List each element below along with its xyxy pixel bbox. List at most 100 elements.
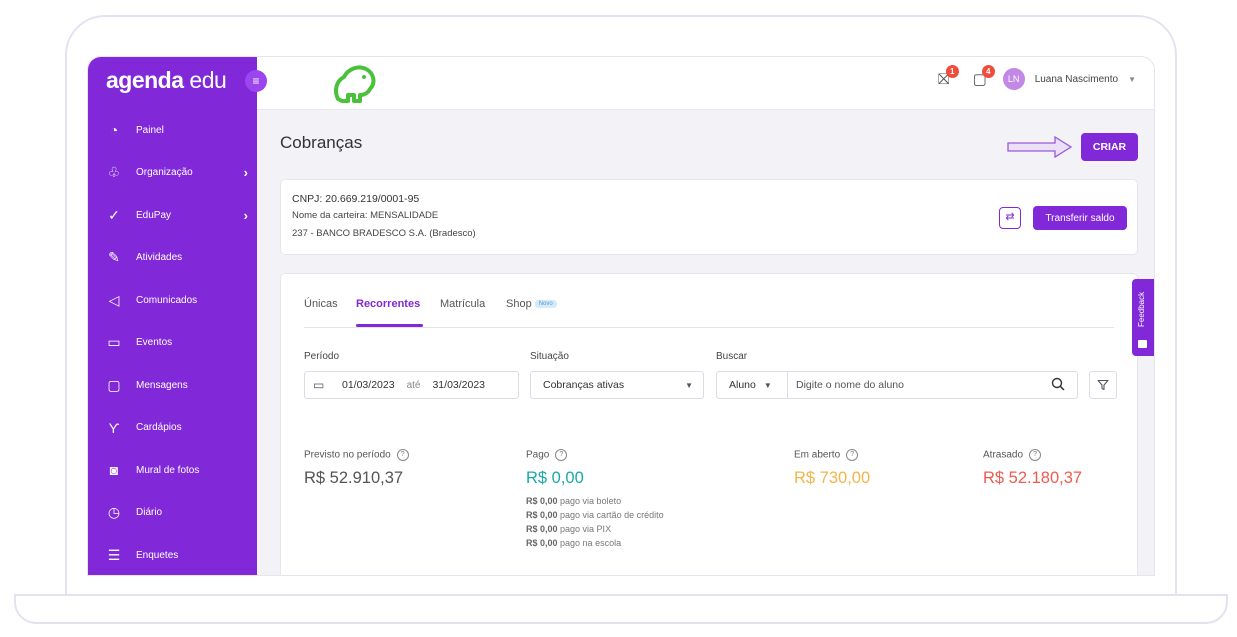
- user-name[interactable]: Luana Nascimento: [1035, 74, 1118, 85]
- late-label-text: Atrasado: [983, 449, 1024, 461]
- breakdown-row: R$ 0,00 pago na escola: [526, 536, 664, 550]
- gauge-icon: ◔: [109, 122, 119, 139]
- page-title: Cobranças: [280, 133, 363, 152]
- sidebar-item-eventos[interactable]: ▭ Eventos: [88, 322, 257, 365]
- brand-logo[interactable]: agenda edu: [106, 67, 227, 94]
- gift-button[interactable]: ⛝ 1: [931, 65, 959, 90]
- sidebar-item-label: Eventos: [136, 337, 173, 349]
- feedback-label: Feedback: [1137, 291, 1146, 327]
- chevron-right-icon[interactable]: ›: [244, 165, 248, 180]
- paid-label-text: Pago: [526, 449, 550, 461]
- cutlery-icon: ϒ: [108, 419, 120, 436]
- tab-shop-label: Shop: [506, 298, 532, 310]
- sidebar-item-label: Enquetes: [136, 549, 179, 561]
- sidebar-item-label: Mensagens: [136, 379, 188, 391]
- sidebar-item-diario[interactable]: ◷ Diário: [88, 492, 257, 535]
- account-wallet-name: Nome da carteira: MENSALIDADE: [292, 210, 439, 221]
- search-scope-select[interactable]: Aluno ▼: [717, 372, 788, 398]
- open-label: Em aberto?: [794, 449, 859, 461]
- search-scope-value: Aluno: [729, 379, 756, 391]
- breakdown-text: pago via boleto: [557, 496, 622, 506]
- breakdown-text: pago na escola: [557, 538, 622, 548]
- feedback-tab[interactable]: Feedback: [1132, 279, 1154, 356]
- paid-label: Pago?: [526, 449, 568, 461]
- breakdown-amount: R$ 0,00: [526, 496, 558, 506]
- laptop-base: [14, 594, 1228, 624]
- charge-tabs: Únicas Recorrentes Matrícula Shop Novo: [304, 292, 1114, 328]
- search-icon[interactable]: [1051, 377, 1065, 391]
- megaphone-icon: ◁: [108, 291, 120, 308]
- help-icon[interactable]: ?: [555, 449, 568, 461]
- date-separator: até: [406, 379, 421, 391]
- breakdown-amount: R$ 0,00: [526, 524, 558, 534]
- breakdown-amount: R$ 0,00: [526, 538, 558, 548]
- swap-icon[interactable]: ⇄: [999, 207, 1021, 229]
- calendar-icon: ▭: [313, 378, 325, 392]
- help-icon[interactable]: ?: [1029, 449, 1042, 461]
- avatar[interactable]: LN: [1002, 68, 1025, 90]
- search-box: Aluno ▼: [716, 371, 1078, 399]
- status-value: Cobranças ativas: [543, 379, 625, 391]
- breakdown-row: R$ 0,00 pago via boleto: [526, 494, 664, 508]
- brand-name: agenda: [106, 67, 184, 93]
- pencil-icon: ✎: [108, 249, 120, 266]
- date-range-picker[interactable]: ▭ 01/03/2023 até 31/03/2023: [304, 371, 519, 399]
- app-screen: agenda edu ◔ Painel ♧ Organização › ✓ EduPay › ✎…: [87, 56, 1155, 576]
- tab-matricula[interactable]: Matrícula: [440, 298, 485, 310]
- status-label: Situação: [530, 351, 569, 362]
- date-to[interactable]: 31/03/2023: [432, 379, 485, 391]
- sidebar-item-label: Diário: [136, 507, 163, 519]
- check-icon: ✓: [108, 206, 120, 223]
- sidebar-item-label: Painel: [136, 124, 164, 136]
- sidebar-item-painel[interactable]: ◔ Painel: [88, 109, 257, 152]
- help-icon[interactable]: ?: [846, 449, 859, 461]
- help-icon[interactable]: ?: [396, 449, 409, 461]
- tab-unicas[interactable]: Únicas: [304, 298, 338, 310]
- sidebar-item-mensagens[interactable]: ▢ Mensagens: [88, 364, 257, 407]
- sidebar-item-label: Cardápios: [136, 422, 182, 434]
- open-label-text: Em aberto: [794, 449, 841, 461]
- sidebar: agenda edu ◔ Painel ♧ Organização › ✓ EduPay › ✎…: [88, 57, 257, 575]
- main-content: Cobranças CRIAR CNPJ: 20.669.219/0001-95…: [257, 110, 1154, 575]
- messages-badge: 4: [981, 65, 995, 78]
- sidebar-item-cardapios[interactable]: ϒ Cardápios: [88, 407, 257, 450]
- arrow-right-icon: [1007, 136, 1073, 158]
- status-select[interactable]: Cobranças ativas ▼: [530, 371, 704, 399]
- chevron-right-icon[interactable]: ›: [244, 208, 248, 223]
- feedback-icon: [1138, 340, 1147, 348]
- sidebar-item-mural-de-fotos[interactable]: ◙ Mural de fotos: [88, 449, 257, 492]
- transfer-balance-button[interactable]: Transferir saldo: [1033, 206, 1127, 230]
- sidebar-item-comunicados[interactable]: ◁ Comunicados: [88, 279, 257, 322]
- breakdown-text: pago via PIX: [557, 524, 612, 534]
- date-from[interactable]: 01/03/2023: [342, 379, 395, 391]
- filter-icon: [1097, 379, 1109, 391]
- tab-shop[interactable]: Shop Novo: [506, 298, 557, 310]
- tab-recorrentes[interactable]: Recorrentes: [356, 298, 420, 310]
- menu-toggle-icon[interactable]: ≡: [245, 70, 267, 92]
- sidebar-item-label: Comunicados: [136, 294, 198, 306]
- breakdown-text: pago via cartão de crédito: [557, 510, 664, 520]
- account-cnpj: CNPJ: 20.669.219/0001-95: [292, 193, 420, 205]
- forecast-value: R$ 52.910,37: [304, 469, 404, 487]
- sidebar-item-organizacao[interactable]: ♧ Organização ›: [88, 152, 257, 195]
- sidebar-nav: ◔ Painel ♧ Organização › ✓ EduPay › ✎ Atividades ◁…: [88, 109, 257, 575]
- list-icon: ☰: [107, 546, 121, 563]
- charges-card: Únicas Recorrentes Matrícula Shop Novo Pe…: [280, 273, 1138, 575]
- sidebar-item-edupay[interactable]: ✓ EduPay ›: [88, 194, 257, 237]
- chevron-down-icon[interactable]: ▼: [1128, 75, 1136, 84]
- forecast-label: Previsto no período?: [304, 449, 409, 461]
- sidebar-item-atividades[interactable]: ✎ Atividades: [88, 237, 257, 280]
- paid-value: R$ 0,00: [526, 469, 584, 487]
- topbar-actions: ⛝ 1 ▢ 4 LN Luana Nascimento ▼: [931, 65, 1136, 90]
- clock-icon: ◷: [107, 504, 121, 521]
- create-button[interactable]: CRIAR: [1081, 133, 1138, 161]
- forecast-label-text: Previsto no período: [304, 449, 391, 461]
- chat-icon: ▢: [107, 376, 121, 393]
- search-input[interactable]: [794, 378, 1038, 392]
- sidebar-item-enquetes[interactable]: ☰ Enquetes: [88, 534, 257, 575]
- filter-button[interactable]: [1089, 371, 1117, 399]
- calendar-icon: ▭: [107, 334, 121, 351]
- active-tab-indicator: [356, 324, 423, 327]
- late-value: R$ 52.180,37: [983, 469, 1083, 487]
- messages-button[interactable]: ▢ 4: [967, 65, 995, 90]
